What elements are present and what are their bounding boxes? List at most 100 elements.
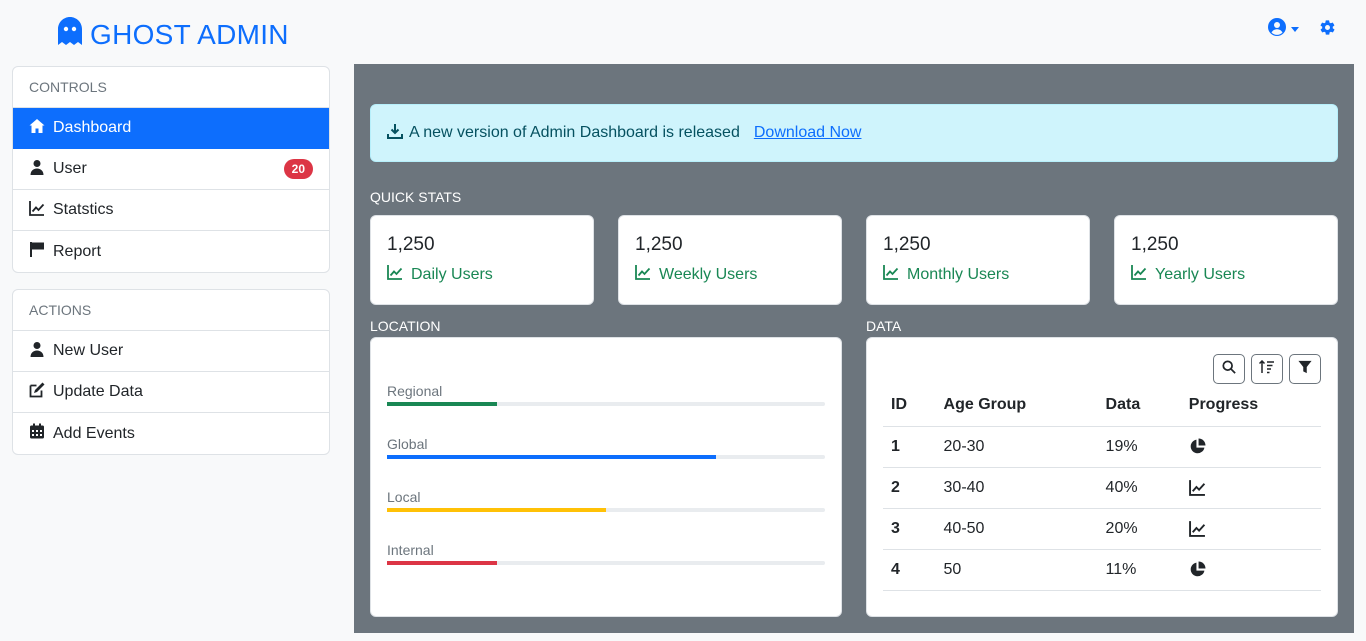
sidebar-item-statistics[interactable]: Statstics <box>13 190 329 231</box>
actions-header: ACTIONS <box>13 290 329 331</box>
home-icon <box>29 118 45 139</box>
cell-data: 11% <box>1097 549 1181 591</box>
table-header-row: ID Age Group Data Progress <box>883 385 1321 427</box>
cell-id: 1 <box>883 426 936 468</box>
column-header: ID <box>883 385 936 427</box>
edit-icon <box>29 382 45 403</box>
location-item: Regional <box>387 383 825 406</box>
pie-chart-icon <box>1189 438 1313 455</box>
progress-fill <box>387 508 606 512</box>
progress-track <box>387 455 825 459</box>
brand[interactable]: GHOST ADMIN <box>58 17 289 52</box>
stat-value: 1,250 <box>883 234 931 255</box>
gear-icon <box>1319 19 1336 41</box>
location-title: LOCATION <box>370 318 441 334</box>
cell-age-group: 20-30 <box>935 426 1098 468</box>
data-table: ID Age Group Data Progress 1 20-30 19% 2… <box>883 385 1321 591</box>
sidebar-item-new-user[interactable]: New User <box>13 331 329 372</box>
filter-icon <box>1298 360 1312 379</box>
sort-icon <box>1258 359 1275 379</box>
search-button[interactable] <box>1213 354 1245 384</box>
location-item: Global <box>387 436 825 459</box>
cell-age-group: 30-40 <box>935 467 1098 509</box>
pie-chart-icon <box>1189 561 1313 578</box>
location-label: Internal <box>387 542 434 558</box>
location-label: Global <box>387 436 428 452</box>
brand-title: GHOST ADMIN <box>90 18 289 50</box>
stat-value: 1,250 <box>1131 234 1179 255</box>
stat-card-daily: 1,250 Daily Users <box>370 215 594 305</box>
progress-track <box>387 508 825 512</box>
filter-button[interactable] <box>1289 354 1321 384</box>
progress-track <box>387 561 825 565</box>
progress-fill <box>387 561 497 565</box>
user-icon <box>29 159 45 180</box>
cell-id: 4 <box>883 549 936 591</box>
sidebar-item-update-data[interactable]: Update Data <box>13 372 329 413</box>
cell-id: 3 <box>883 508 936 550</box>
chart-line-icon <box>387 264 403 285</box>
location-card: Regional Global Local Internal <box>370 337 842 617</box>
chart-line-icon <box>1188 479 1313 496</box>
table-toolbar <box>1213 354 1321 384</box>
chart-line-icon <box>29 200 45 221</box>
stat-value: 1,250 <box>635 234 683 255</box>
location-label: Local <box>387 489 421 505</box>
sidebar-item-label: Update Data <box>53 383 143 400</box>
table-row: 2 30-40 40% <box>883 467 1321 509</box>
stat-value: 1,250 <box>387 234 435 255</box>
stat-card-weekly: 1,250 Weekly Users <box>618 215 842 305</box>
stat-label: Yearly Users <box>1155 265 1246 283</box>
calendar-icon <box>29 423 45 444</box>
download-now-link[interactable]: Download Now <box>754 124 862 142</box>
flag-icon <box>29 241 45 262</box>
user-circle-icon <box>1268 18 1286 41</box>
table-row: 3 40-50 20% <box>883 508 1321 550</box>
progress-track <box>387 402 825 406</box>
stat-card-yearly: 1,250 Yearly Users <box>1114 215 1338 305</box>
cell-data: 19% <box>1097 426 1181 468</box>
sidebar-item-add-events[interactable]: Add Events <box>13 413 329 454</box>
top-toolbar <box>1268 18 1336 41</box>
actions-group: ACTIONS New User Update Data Add Events <box>12 289 330 455</box>
controls-group: CONTROLS Dashboard User 20 Statstics Rep… <box>12 66 330 273</box>
table-row: 4 50 11% <box>883 549 1321 591</box>
sidebar-item-dashboard[interactable]: Dashboard <box>13 108 329 149</box>
progress-fill <box>387 402 497 406</box>
sidebar-item-user[interactable]: User 20 <box>13 149 329 190</box>
sidebar-item-label: Add Events <box>53 424 135 442</box>
main-content: A new version of Admin Dashboard is rele… <box>354 64 1354 633</box>
chevron-down-icon <box>1291 27 1299 32</box>
column-header: Progress <box>1180 385 1321 427</box>
column-header: Age Group <box>935 385 1098 427</box>
chart-line-icon <box>883 264 899 285</box>
controls-header: CONTROLS <box>13 67 329 108</box>
ghost-icon <box>58 17 82 52</box>
user-icon <box>29 341 45 362</box>
column-header: Data <box>1097 385 1181 427</box>
cell-data: 20% <box>1097 508 1181 550</box>
sidebar-item-report[interactable]: Report <box>13 231 329 272</box>
sidebar-item-label: Dashboard <box>53 119 132 136</box>
stat-label: Monthly Users <box>907 265 1010 283</box>
table-row: 1 20-30 19% <box>883 426 1321 468</box>
chart-line-icon <box>1188 520 1313 537</box>
cell-age-group: 50 <box>935 549 1098 591</box>
sidebar: CONTROLS Dashboard User 20 Statstics Rep… <box>12 66 330 471</box>
download-icon <box>387 123 403 144</box>
user-menu-button[interactable] <box>1268 18 1299 41</box>
sidebar-item-label: Report <box>53 242 102 260</box>
settings-button[interactable] <box>1319 19 1336 41</box>
alert-message: A new version of Admin Dashboard is rele… <box>409 124 740 141</box>
location-label: Regional <box>387 383 443 399</box>
location-item: Internal <box>387 542 825 565</box>
location-item: Local <box>387 489 825 512</box>
data-title: DATA <box>866 318 902 334</box>
sidebar-item-label: User <box>53 160 87 177</box>
sort-button[interactable] <box>1251 354 1283 384</box>
sidebar-item-label: New User <box>53 342 124 359</box>
stat-label: Weekly Users <box>659 265 758 283</box>
cell-id: 2 <box>883 467 936 509</box>
progress-fill <box>387 455 716 459</box>
data-card: ID Age Group Data Progress 1 20-30 19% 2… <box>866 337 1338 617</box>
